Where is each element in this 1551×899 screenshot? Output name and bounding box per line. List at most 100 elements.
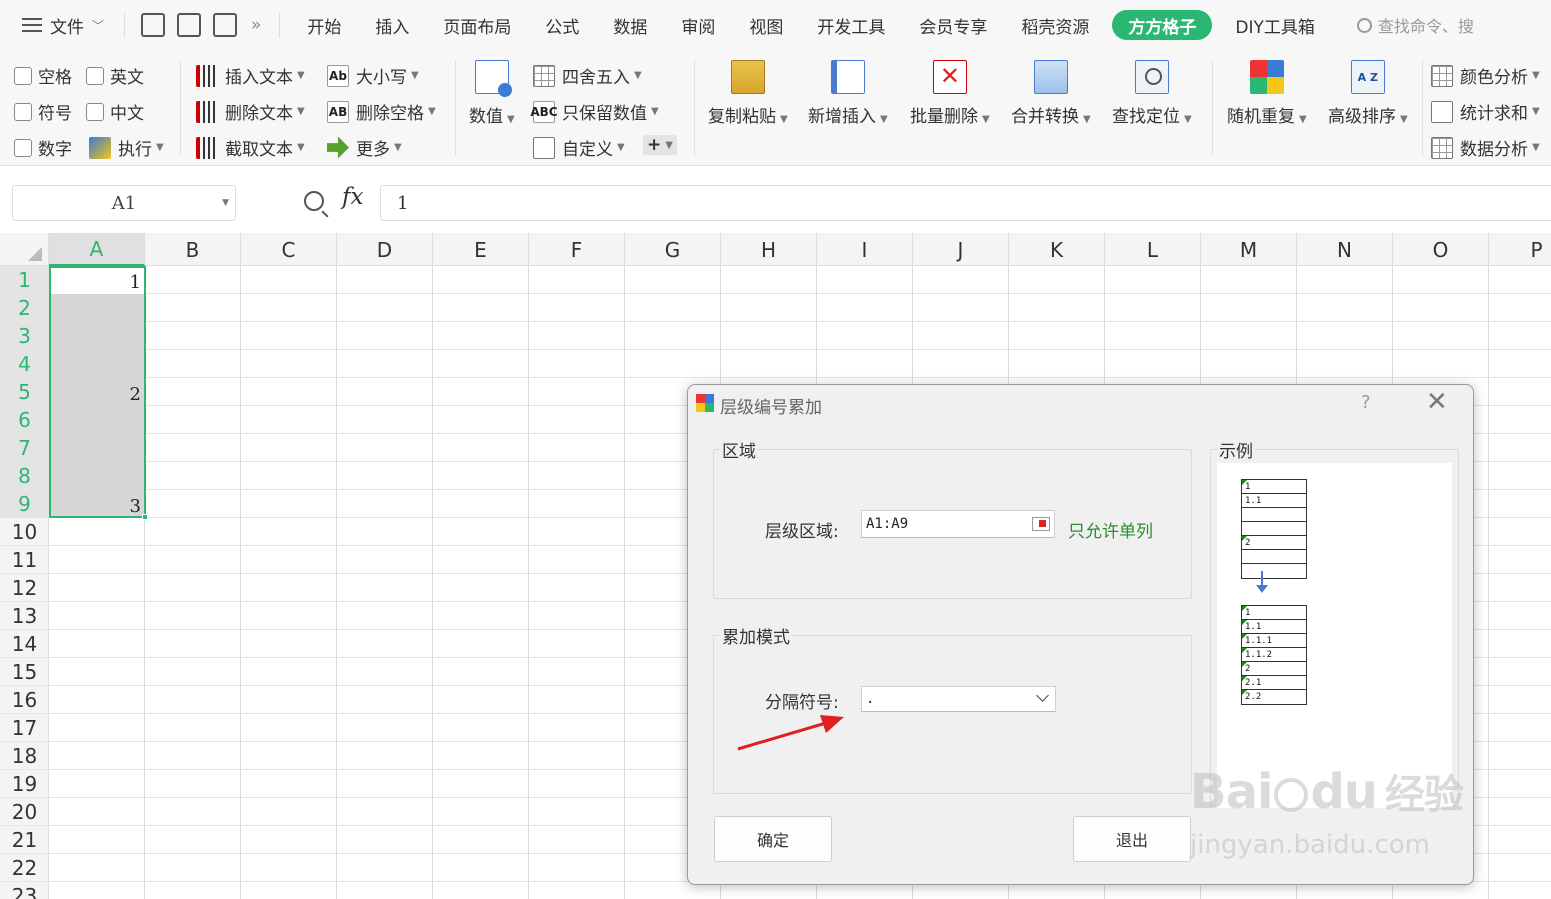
space-checkbox[interactable]: 空格 — [14, 63, 72, 88]
insert-text-button[interactable]: 插入文本 ▼ — [196, 63, 305, 88]
column-header-n[interactable]: N — [1297, 233, 1393, 266]
row-header-10[interactable]: 10 — [0, 518, 49, 546]
case-button[interactable]: Ab 大小写 ▼ — [327, 63, 419, 88]
fx-icon[interactable]: fx — [342, 184, 363, 210]
row-header-14[interactable]: 14 — [0, 630, 49, 658]
tab-home[interactable]: 开始 — [290, 0, 358, 50]
column-header-m[interactable]: M — [1201, 233, 1297, 266]
column-header-a[interactable]: A — [49, 233, 145, 266]
tab-insert[interactable]: 插入 — [358, 0, 426, 50]
tab-docer[interactable]: 稻壳资源 — [1004, 0, 1106, 50]
separator-select[interactable]: . — [861, 686, 1056, 712]
row-header-7[interactable]: 7 — [0, 434, 49, 462]
advanced-sort-button[interactable]: A Z 高级排序 ▼ — [1328, 60, 1408, 127]
number-button[interactable]: 数值 ▼ — [469, 60, 515, 127]
column-header-l[interactable]: L — [1105, 233, 1201, 266]
row-header-19[interactable]: 19 — [0, 770, 49, 798]
column-header-f[interactable]: F — [529, 233, 625, 266]
add-insert-button[interactable]: 新增插入 ▼ — [808, 60, 888, 127]
zoom-icon[interactable] — [304, 191, 324, 211]
tab-developer[interactable]: 开发工具 — [800, 0, 902, 50]
remove-space-button[interactable]: AB 删除空格 ▼ — [327, 99, 436, 124]
range-input[interactable]: A1:A9 — [861, 510, 1055, 538]
merge-convert-button[interactable]: 合并转换 ▼ — [1011, 60, 1091, 127]
tab-view[interactable]: 视图 — [732, 0, 800, 50]
execute-button[interactable]: 执行 ▼ — [89, 135, 164, 160]
column-header-c[interactable]: C — [241, 233, 337, 266]
column-header-o[interactable]: O — [1393, 233, 1489, 266]
row-header-4[interactable]: 4 — [0, 350, 49, 378]
row-header-16[interactable]: 16 — [0, 686, 49, 714]
print-icon[interactable] — [213, 13, 238, 37]
extract-text-button[interactable]: 截取文本 ▼ — [196, 135, 305, 160]
row-header-17[interactable]: 17 — [0, 714, 49, 742]
digit-checkbox[interactable]: 数字 — [14, 135, 72, 160]
row-header-15[interactable]: 15 — [0, 658, 49, 686]
exit-button[interactable]: 退出 — [1073, 816, 1191, 862]
column-header-g[interactable]: G — [625, 233, 721, 266]
column-header-e[interactable]: E — [433, 233, 529, 266]
tab-data[interactable]: 数据 — [596, 0, 664, 50]
row-header-22[interactable]: 22 — [0, 854, 49, 882]
tab-formulas[interactable]: 公式 — [528, 0, 596, 50]
cell-a9[interactable]: 3 — [51, 492, 143, 520]
formula-input[interactable]: 1 — [380, 185, 1551, 221]
find-locate-button[interactable]: 查找定位 ▼ — [1112, 60, 1192, 127]
delete-text-button[interactable]: 删除文本 ▼ — [196, 99, 305, 124]
column-header-h[interactable]: H — [721, 233, 817, 266]
row-header-23[interactable]: 23 — [0, 882, 49, 899]
more-button[interactable]: 更多 ▼ — [327, 135, 402, 160]
batch-delete-button[interactable]: 批量删除 ▼ — [910, 60, 990, 127]
row-header-8[interactable]: 8 — [0, 462, 49, 490]
random-repeat-button[interactable]: 随机重复 ▼ — [1227, 60, 1307, 127]
command-search[interactable]: 查找命令、搜 — [1340, 0, 1491, 50]
column-header-d[interactable]: D — [337, 233, 433, 266]
row-header-6[interactable]: 6 — [0, 406, 49, 434]
cell-a5[interactable]: 2 — [51, 380, 143, 408]
dialog-titlebar[interactable]: 层级编号累加 ? ✕ — [688, 385, 1473, 421]
copy-paste-button[interactable]: 复制粘贴 ▼ — [708, 60, 788, 127]
ok-button[interactable]: 确定 — [714, 816, 832, 862]
row-header-3[interactable]: 3 — [0, 322, 49, 350]
row-header-12[interactable]: 12 — [0, 574, 49, 602]
more-icon[interactable]: » — [243, 0, 269, 50]
cell-a1[interactable]: 1 — [51, 268, 143, 296]
column-header-k[interactable]: K — [1009, 233, 1105, 266]
symbol-checkbox[interactable]: 符号 — [14, 99, 72, 124]
tab-review[interactable]: 审阅 — [664, 0, 732, 50]
keep-numbers-button[interactable]: ABC 只保留数值 ▼ — [530, 99, 659, 124]
range-picker-icon[interactable] — [1032, 517, 1050, 531]
tab-page-layout[interactable]: 页面布局 — [426, 0, 528, 50]
row-header-1[interactable]: 1 — [0, 266, 49, 294]
close-icon[interactable]: ✕ — [1426, 387, 1448, 417]
column-header-p[interactable]: P — [1489, 233, 1551, 266]
row-header-13[interactable]: 13 — [0, 602, 49, 630]
row-header-11[interactable]: 11 — [0, 546, 49, 574]
tab-member[interactable]: 会员专享 — [902, 0, 1004, 50]
row-header-18[interactable]: 18 — [0, 742, 49, 770]
column-header-b[interactable]: B — [145, 233, 241, 266]
row-header-9[interactable]: 9 — [0, 490, 49, 518]
round-button[interactable]: 四舍五入 ▼ — [533, 63, 642, 88]
data-analysis-button[interactable]: 数据分析 ▼ — [1431, 135, 1540, 160]
export-icon[interactable] — [177, 13, 202, 37]
file-menu[interactable]: 文件 ﹀ — [0, 0, 114, 50]
row-header-20[interactable]: 20 — [0, 798, 49, 826]
name-box[interactable]: A1 ▼ — [12, 185, 236, 221]
custom-button[interactable]: 自定义 ▼ — [533, 135, 625, 160]
column-header-j[interactable]: J — [913, 233, 1009, 266]
english-checkbox[interactable]: 英文 — [86, 63, 144, 88]
tab-fangfang[interactable]: 方方格子 — [1112, 10, 1213, 40]
column-header-i[interactable]: I — [817, 233, 913, 266]
stat-sum-button[interactable]: 统计求和 ▼ — [1431, 99, 1540, 124]
add-custom-button[interactable]: + ▼ — [643, 135, 677, 155]
help-icon[interactable]: ? — [1361, 392, 1371, 413]
row-header-5[interactable]: 5 — [0, 378, 49, 406]
row-header-21[interactable]: 21 — [0, 826, 49, 854]
tab-diy-toolbox[interactable]: DIY工具箱 — [1218, 0, 1332, 50]
row-header-2[interactable]: 2 — [0, 294, 49, 322]
select-all-corner[interactable] — [0, 233, 49, 266]
chinese-checkbox[interactable]: 中文 — [86, 99, 144, 124]
color-analysis-button[interactable]: 颜色分析 ▼ — [1431, 63, 1540, 88]
save-icon[interactable] — [141, 13, 166, 37]
